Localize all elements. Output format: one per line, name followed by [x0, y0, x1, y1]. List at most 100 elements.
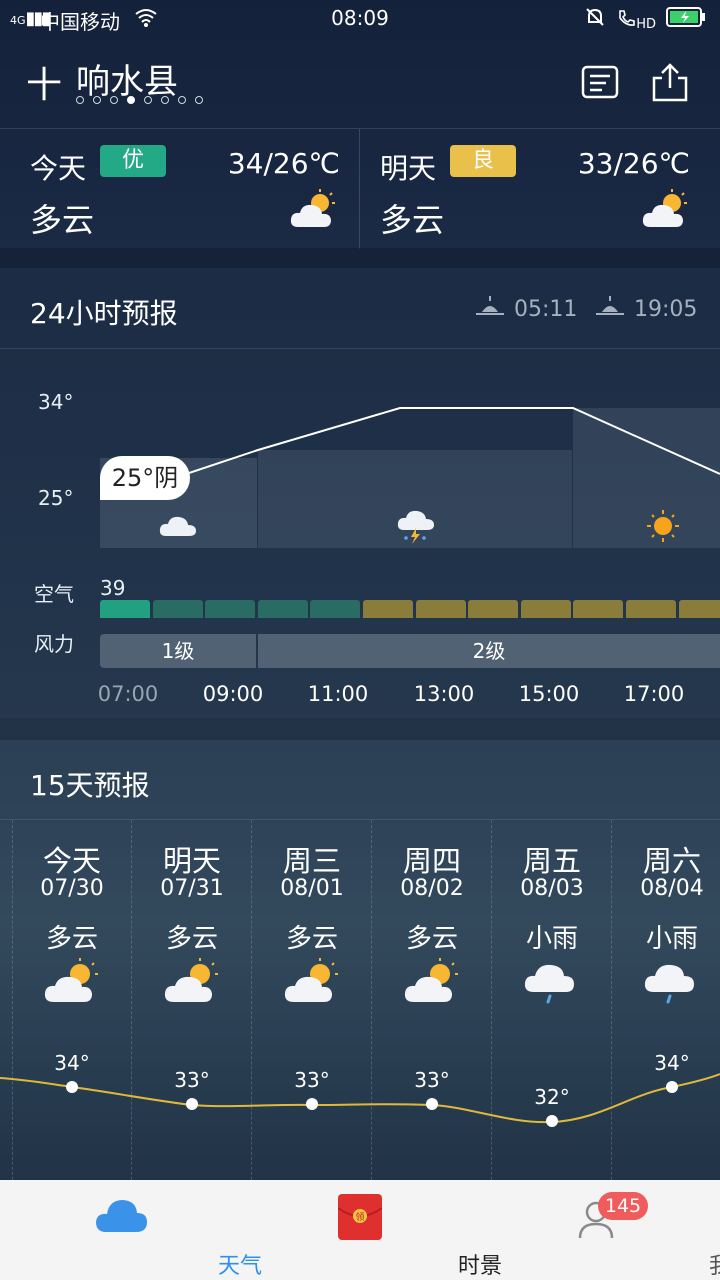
status-bar: 4G▮▮▮ 中国移动 08:09 HD: [0, 0, 720, 38]
air-quality-bar: [310, 600, 361, 618]
tomorrow-label: 明天: [380, 152, 437, 185]
air-quality-bar: [626, 600, 676, 618]
today-temp: 34/26℃: [227, 147, 340, 180]
day-condition: 多云: [285, 924, 338, 954]
air-quality-bar: [468, 600, 519, 618]
temp-high-label: 33°: [174, 1068, 210, 1092]
air-quality-bar: [363, 600, 413, 618]
cloud-icon: [94, 1194, 148, 1238]
day-name: 周四: [402, 844, 461, 878]
day-name: 周三: [282, 844, 341, 878]
sunset-icon: [594, 294, 626, 324]
air-quality-bar: [573, 600, 624, 618]
temp-point: [546, 1115, 558, 1127]
nav-me[interactable]: 我: [480, 1180, 720, 1280]
day-name: 明天: [162, 844, 221, 878]
sunny-icon: [645, 508, 681, 548]
air-quality-bar: [520, 600, 571, 618]
thunderstorm-icon: [396, 506, 436, 550]
today-card[interactable]: 今天 优 34/26℃ 多云: [0, 129, 360, 249]
day-date: 08/02: [400, 876, 464, 901]
hour-label: 09:00: [202, 682, 264, 706]
header: 十 响水县: [0, 40, 720, 128]
day-date: 07/30: [40, 876, 104, 901]
page-dot: [161, 96, 169, 104]
temp-point: [666, 1081, 678, 1093]
daily-forecast: 15天预报 今天 07/30 多云 明天 07/31 多云 周三 08/01 多云 周四 08/02…: [0, 740, 720, 1180]
hour-label: 17:00: [623, 682, 685, 706]
air-quality-bar: [678, 600, 720, 618]
section-title: 15天预报: [30, 769, 150, 802]
day-date: 07/31: [160, 876, 224, 901]
sunset: 19:05: [594, 294, 697, 324]
day-name: 今天: [42, 844, 101, 878]
nav-weather[interactable]: 天气: [0, 1180, 262, 1280]
day-condition: 小雨: [645, 924, 698, 954]
nav-scenery[interactable]: 领 时景: [240, 1180, 502, 1280]
add-city-icon[interactable]: 十: [26, 56, 62, 108]
day-date: 08/04: [640, 876, 704, 901]
air-label: 空气: [34, 582, 74, 606]
hour-label: 13:00: [413, 682, 475, 706]
temp-high-label: 33°: [414, 1068, 450, 1092]
partly-cloudy-icon: [282, 956, 342, 1010]
temp-high-label: 34°: [54, 1051, 90, 1075]
sunrise-icon: [474, 294, 506, 324]
svg-text:领: 领: [355, 1211, 364, 1223]
partly-cloudy-icon: [640, 187, 690, 235]
tomorrow-card[interactable]: 明天 良 33/26℃ 多云: [360, 129, 720, 249]
today-condition: 多云: [30, 201, 95, 239]
partly-cloudy-icon: [162, 956, 222, 1010]
day-date: 08/03: [520, 876, 584, 901]
aqi-badge: 良: [450, 145, 516, 177]
share-icon[interactable]: [650, 62, 690, 102]
hourly-forecast: 24小时预报 05:11 19:05 34° 25° 25°阴 空气 39 风力…: [0, 268, 720, 718]
section-gap: [0, 718, 720, 740]
day-condition: 多云: [45, 924, 98, 954]
temp-high-label: 34°: [654, 1051, 690, 1075]
cloudy-icon: [158, 508, 198, 544]
wind-level-1: 1级: [100, 634, 256, 668]
sunset-time: 19:05: [634, 296, 698, 322]
page-dot: [178, 96, 186, 104]
current-temp-bubble: 25°阴: [100, 456, 190, 500]
page-dot: [93, 96, 101, 104]
today-label: 今天: [30, 152, 87, 185]
hour-label: 15:00: [518, 682, 580, 706]
tomorrow-condition: 多云: [380, 201, 445, 239]
status-right: HD: [584, 6, 706, 33]
temp-point: [306, 1098, 318, 1110]
battery-icon: [666, 6, 706, 33]
day-condition: 小雨: [525, 924, 578, 954]
temp-point: [426, 1098, 438, 1110]
page-indicator: [76, 96, 203, 104]
call-hd-icon: HD: [616, 8, 656, 32]
aqi-badge: 优: [100, 145, 166, 177]
nav-label: 我: [708, 1254, 720, 1279]
day-condition: 多云: [165, 924, 218, 954]
air-quality-bar: [257, 600, 308, 618]
partly-cloudy-icon: [42, 956, 102, 1010]
page-dot: [144, 96, 152, 104]
hour-label: 07:00: [97, 682, 159, 706]
temp-high-label: 32°: [534, 1085, 570, 1109]
page-dot-active: [127, 96, 135, 104]
light-rain-icon: [642, 956, 702, 1010]
red-envelope-icon: 领: [337, 1194, 383, 1244]
temp-high-label: 33°: [294, 1068, 330, 1092]
temp-point: [66, 1081, 78, 1093]
partly-cloudy-icon: [288, 187, 338, 235]
news-list-icon[interactable]: [580, 62, 620, 102]
temp-line: [0, 1073, 720, 1124]
wind-label: 风力: [34, 632, 74, 656]
air-quality-bar: [415, 600, 466, 618]
air-quality-bar: [100, 600, 150, 618]
air-quality-bar: [205, 600, 256, 618]
light-rain-icon: [522, 956, 582, 1010]
bottom-nav: 天气 领 时景 我 145: [0, 1180, 720, 1280]
partly-cloudy-icon: [402, 956, 462, 1010]
air-quality-bar: [152, 600, 203, 618]
today-tomorrow-summary: 今天 优 34/26℃ 多云 明天 良 33/26℃ 多云: [0, 128, 720, 249]
air-value: 39: [100, 576, 126, 600]
wind-level-2: 2级: [258, 634, 720, 668]
